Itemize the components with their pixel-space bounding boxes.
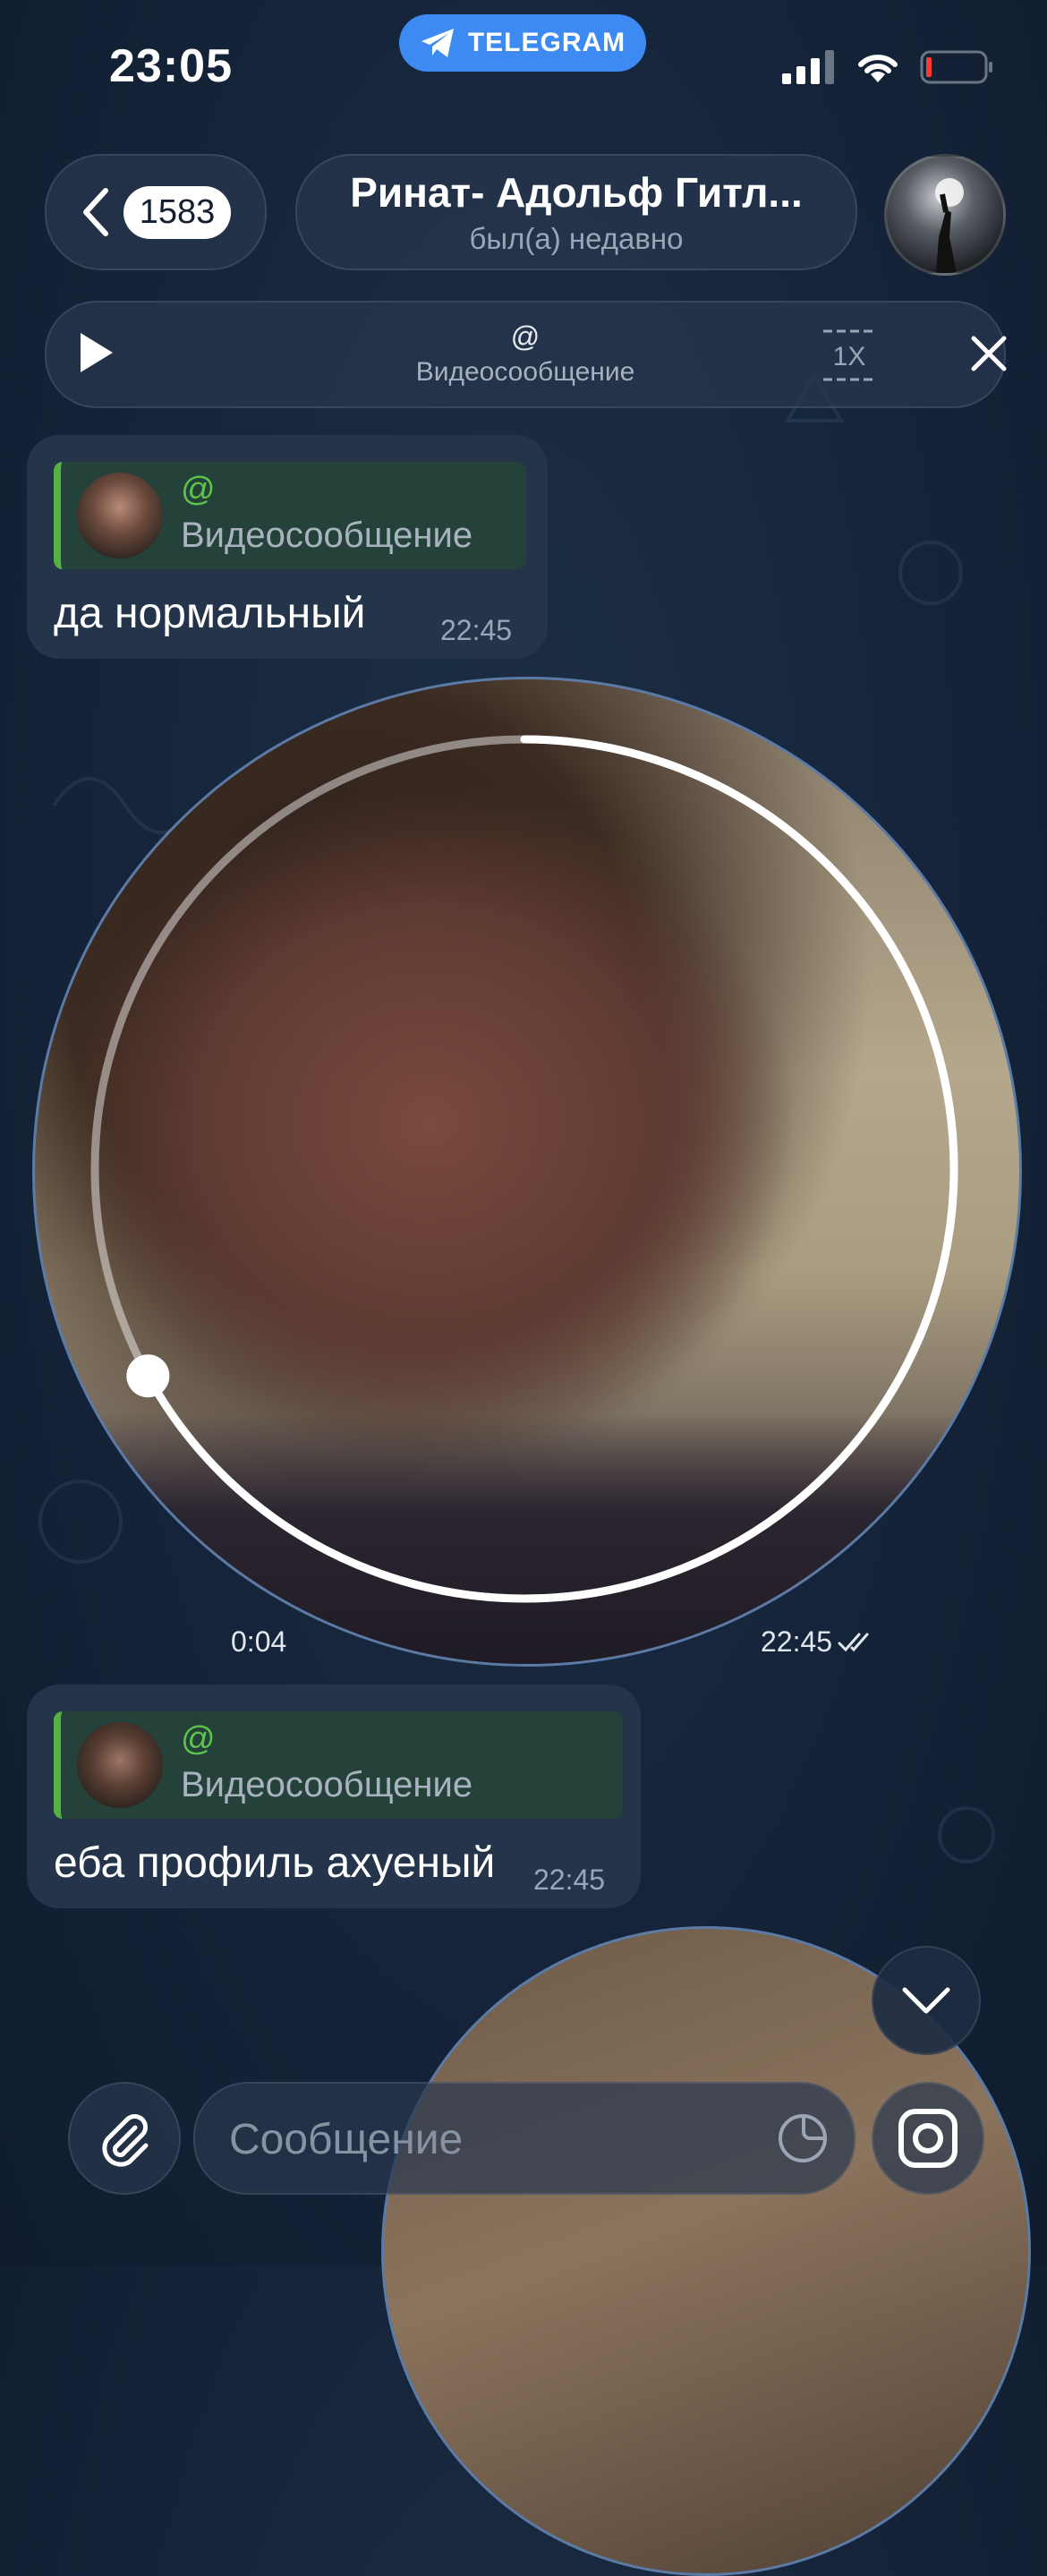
close-icon[interactable]	[970, 335, 1008, 372]
battery-icon	[920, 50, 992, 84]
reply-author: @	[181, 471, 216, 508]
paperclip-icon	[102, 2114, 149, 2167]
cellular-signal-icon	[782, 50, 834, 84]
status-indicators	[782, 50, 993, 84]
chevron-down-icon	[902, 1987, 950, 2014]
reply-author: @	[181, 1720, 216, 1758]
back-button[interactable]: 1583	[45, 154, 267, 270]
video-time-label: 22:45	[761, 1625, 833, 1658]
reply-label: Видеосообщение	[181, 516, 473, 555]
playback-speed-button[interactable]: 1X	[823, 329, 875, 381]
contact-avatar[interactable]	[884, 154, 1006, 276]
telegram-pill-label: TELEGRAM	[467, 28, 626, 57]
message-input-field[interactable]	[193, 2082, 855, 2195]
telegram-plane-icon	[421, 29, 454, 57]
contact-name: Ринат- Адольф Гитл...	[350, 169, 803, 216]
wifi-icon	[858, 55, 898, 82]
contact-status: был(а) недавно	[469, 222, 684, 255]
media-player-bar[interactable]: @ Видеосообщение 1X	[45, 301, 1008, 408]
attach-button[interactable]	[68, 2082, 181, 2195]
speed-icon: 1X	[823, 329, 875, 381]
unread-count-badge: 1583	[123, 185, 232, 239]
telegram-app-pill[interactable]: TELEGRAM	[399, 14, 646, 72]
video-time: 22:45	[761, 1625, 877, 1659]
message-time: 22:45	[533, 1864, 606, 1896]
chevron-left-icon	[82, 188, 108, 236]
camera-icon	[898, 2109, 958, 2168]
video-message-record-button[interactable]	[872, 2082, 984, 2195]
message-input[interactable]	[227, 2084, 732, 2195]
status-time: 23:05	[109, 40, 233, 92]
playback-speed-label: 1X	[833, 342, 866, 371]
chat-title-button[interactable]: Ринат- Адольф Гитл... был(а) недавно	[295, 154, 857, 270]
reply-label: Видеосообщение	[181, 1765, 473, 1804]
avatar-silhouette-icon	[935, 178, 964, 273]
video-progress-ring	[90, 735, 958, 1603]
sticker-icon[interactable]	[777, 2112, 829, 2164]
reply-thumbnail	[77, 473, 163, 559]
double-check-icon	[838, 1633, 869, 1651]
message-text: да нормальный	[54, 590, 366, 637]
reply-thumbnail	[77, 1722, 163, 1808]
message-time: 22:45	[440, 614, 513, 646]
message-text: еба профиль ахуеный	[54, 1839, 496, 1887]
video-scrubber-knob[interactable]	[126, 1354, 170, 1398]
scroll-to-bottom-button[interactable]	[872, 1946, 981, 2055]
video-duration: 0:04	[231, 1625, 287, 1658]
